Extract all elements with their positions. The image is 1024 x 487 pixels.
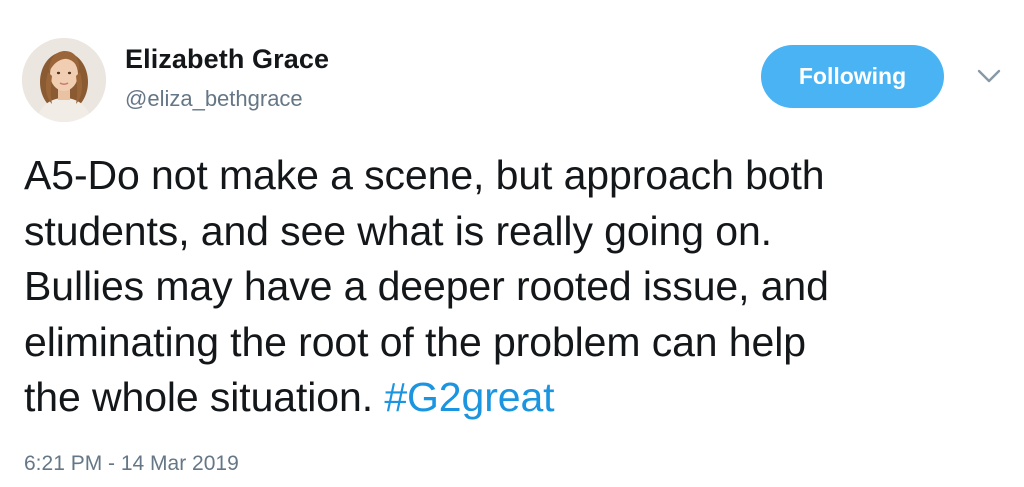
avatar[interactable] <box>22 38 106 122</box>
hashtag-link[interactable]: #G2great <box>384 374 554 420</box>
tweet-timestamp[interactable]: 6:21 PM - 14 Mar 2019 <box>24 452 239 476</box>
tweet-line-last: the whole situation. #G2great <box>24 370 1009 426</box>
tweet-text: A5-Do not make a scene, but approach bot… <box>24 148 1009 426</box>
following-button[interactable]: Following <box>761 45 944 108</box>
avatar-photo <box>22 38 106 122</box>
tweet-line-text: the whole situation. <box>24 374 374 420</box>
author-display-name[interactable]: Elizabeth Grace <box>125 44 329 75</box>
author-handle[interactable]: @eliza_bethgrace <box>125 86 303 112</box>
chevron-down-icon[interactable] <box>975 66 1003 86</box>
tweet-line: students, and see what is really going o… <box>24 207 772 254</box>
tweet-line: Bullies may have a deeper rooted issue, … <box>24 263 829 309</box>
tweet-line: A5-Do not make a scene, but approach bot… <box>24 152 825 198</box>
tweet-line: eliminating the root of the problem can … <box>24 318 806 365</box>
tweet-card: Elizabeth Grace @eliza_bethgrace Followi… <box>0 0 1024 487</box>
